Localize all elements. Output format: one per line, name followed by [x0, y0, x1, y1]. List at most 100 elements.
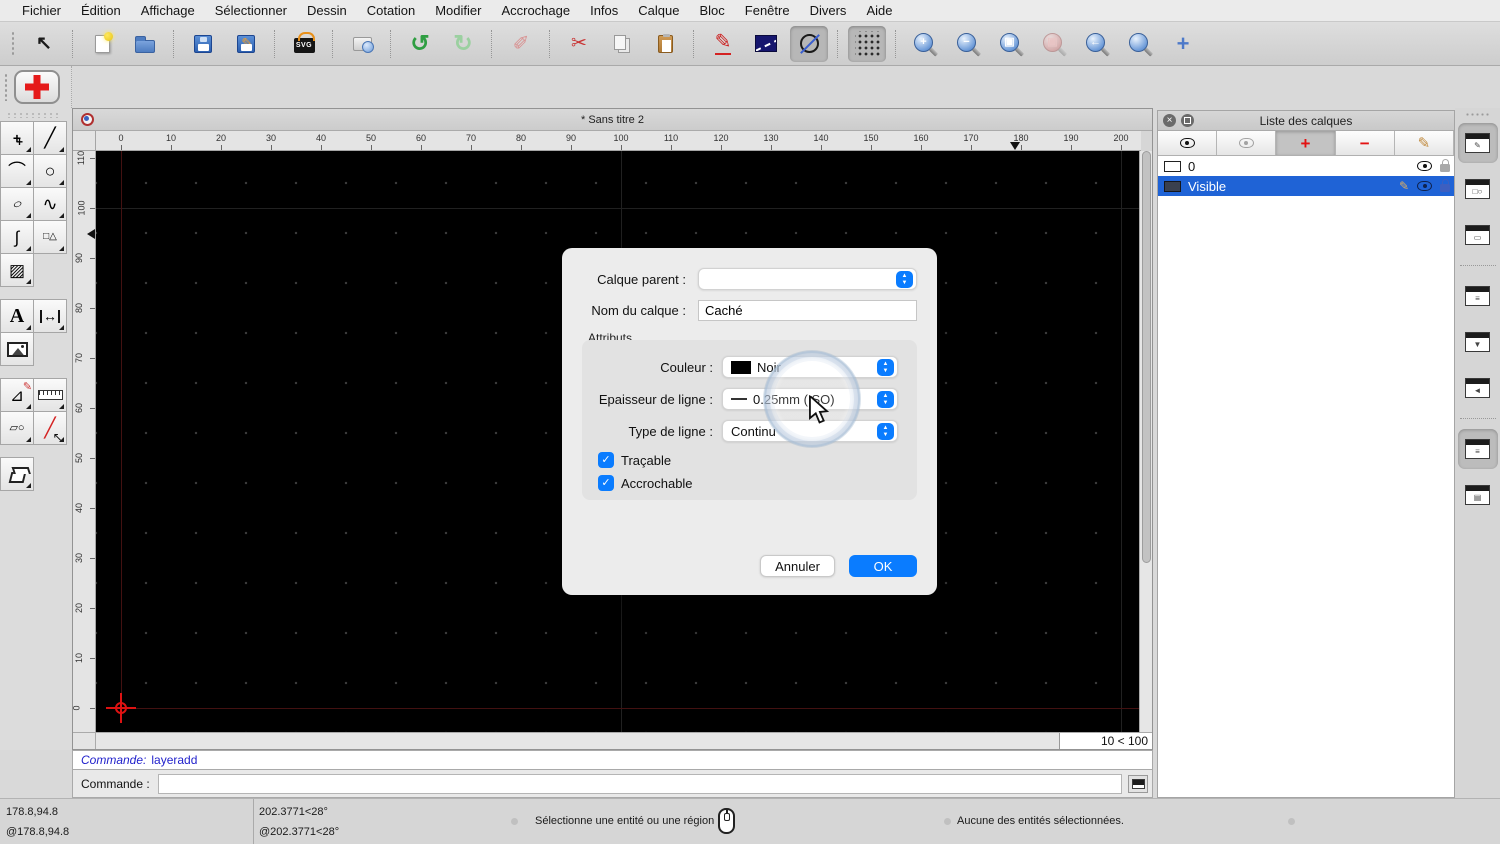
pan-button[interactable]: + [1164, 26, 1202, 62]
grid-toggle-button[interactable] [848, 25, 886, 62]
show-all-layers-button[interactable] [1158, 131, 1218, 155]
dock-drag-handle[interactable] [1464, 112, 1491, 117]
ok-button[interactable]: OK [849, 555, 917, 577]
add-layer-tool-button[interactable] [14, 70, 60, 104]
library-browser-window-button[interactable]: ▭ [1458, 215, 1498, 255]
add-layer-button[interactable]: + [1276, 131, 1336, 155]
menu-cotation[interactable]: Cotation [357, 3, 425, 18]
menu-edition[interactable]: Édition [71, 3, 131, 18]
zoom-selection-button[interactable]: ▣ [1035, 26, 1073, 62]
layer-visibility-eye-icon[interactable] [1417, 161, 1432, 171]
selection-mode-button[interactable] [747, 26, 785, 62]
palette-drag-handle[interactable] [6, 112, 62, 118]
lineweight-select[interactable]: 0.25mm (ISO) [722, 388, 898, 410]
copy-button[interactable] [603, 26, 641, 62]
zoom-in-button[interactable]: + [906, 26, 944, 62]
open-document-button[interactable] [126, 26, 164, 62]
plottable-checkbox[interactable] [598, 452, 614, 468]
menu-modifier[interactable]: Modifier [425, 3, 491, 18]
layer-row-icons [1417, 159, 1450, 172]
menu-fichier[interactable]: Fichier [12, 3, 71, 18]
draft-mode-button[interactable] [790, 25, 828, 62]
toolbar-drag-handle[interactable] [4, 73, 8, 101]
command-input[interactable] [157, 773, 1122, 794]
undock-panel-icon[interactable] [1181, 114, 1194, 127]
text-tool-button[interactable]: A [0, 299, 34, 333]
menu-accrochage[interactable]: Accrochage [491, 3, 580, 18]
paste-button[interactable] [646, 26, 684, 62]
menu-affichage[interactable]: Affichage [131, 3, 205, 18]
layer-row-visible[interactable]: Visible ✎ [1158, 176, 1454, 196]
polyline-tool-button[interactable]: ∫ [0, 220, 34, 254]
menu-divers[interactable]: Divers [800, 3, 857, 18]
zoom-out-button[interactable]: − [949, 26, 987, 62]
menu-selectionner[interactable]: Sélectionner [205, 3, 297, 18]
print-preview-button[interactable] [343, 26, 381, 62]
remove-layer-button[interactable]: − [1335, 131, 1395, 155]
point-tool-button[interactable]: + [0, 121, 34, 155]
edit-pencil-icon[interactable]: ✎ [1399, 180, 1409, 192]
color-select[interactable]: Noir [722, 356, 898, 378]
h-ruler-tick [321, 145, 322, 150]
layer-row-0[interactable]: 0 [1158, 156, 1454, 176]
select-entity-tool-button[interactable]: ╱ [33, 411, 67, 445]
ellipse-tool-button[interactable]: ○ [0, 187, 34, 221]
zoom-window-button[interactable] [1121, 26, 1159, 62]
shapes-tool-button[interactable]: □△ [33, 220, 67, 254]
spline-tool-button[interactable]: ∿ [33, 187, 67, 221]
redo-button[interactable]: ↻ [444, 26, 482, 62]
horizontal-scrollbar[interactable] [96, 733, 1059, 749]
image-tool-button[interactable] [0, 332, 34, 366]
erase-button[interactable]: ✐ [502, 26, 540, 62]
menu-calque[interactable]: Calque [628, 3, 689, 18]
parent-layer-select[interactable] [698, 268, 917, 290]
vertical-scrollbar[interactable] [1139, 151, 1152, 734]
menu-aide[interactable]: Aide [856, 3, 902, 18]
grid-icon [854, 31, 880, 56]
selection-filter-window-button[interactable]: ▼ [1458, 322, 1498, 362]
dimension-tool-button[interactable]: ↔ [33, 299, 67, 333]
undo-button[interactable]: ↺ [401, 26, 439, 62]
modify-tool-button[interactable]: ▱○ [0, 411, 34, 445]
layer-lock-icon[interactable] [1440, 159, 1450, 172]
vertical-scrollbar-thumb[interactable] [1142, 151, 1151, 563]
toolbar-drag-handle[interactable] [11, 30, 15, 57]
menu-dessin[interactable]: Dessin [297, 3, 357, 18]
close-panel-icon[interactable] [1163, 114, 1176, 127]
draw-pen-button[interactable]: ✎ [704, 26, 742, 62]
command-line-window-button[interactable]: ≡ [1457, 429, 1498, 469]
layer-list-window-button[interactable]: ✎ [1457, 123, 1498, 163]
drafting-tools-tool-button[interactable]: ⊿ [0, 378, 34, 412]
new-document-button[interactable] [83, 26, 121, 62]
document-titlebar[interactable]: * Sans titre 2 [73, 109, 1152, 131]
hide-all-layers-button[interactable] [1217, 131, 1277, 155]
detach-command-window-button[interactable] [1128, 774, 1148, 793]
pen-settings-window-button[interactable]: ◄ [1458, 368, 1498, 408]
layer-name-input[interactable] [698, 300, 917, 321]
cancel-button[interactable]: Annuler [760, 555, 835, 577]
save-as-button[interactable]: ✎ [227, 26, 265, 62]
zoom-auto-button[interactable]: ▣ [992, 26, 1030, 62]
menu-infos[interactable]: Infos [580, 3, 628, 18]
linetype-select[interactable]: Continu [722, 420, 898, 442]
edit-layer-button[interactable]: ✎ [1394, 131, 1455, 155]
select-pointer-button[interactable]: ↖ [25, 26, 63, 62]
solid-3d-tool-button[interactable] [0, 457, 34, 491]
menu-bloc[interactable]: Bloc [689, 3, 734, 18]
clipboard-window-button[interactable]: ▤ [1458, 475, 1498, 515]
measure-tool-button[interactable] [33, 378, 67, 412]
layer-visibility-eye-icon[interactable] [1417, 181, 1432, 191]
save-button[interactable] [184, 26, 222, 62]
hatch-tool-button[interactable]: ▨ [0, 253, 34, 287]
block-list-window-button[interactable]: □○ [1458, 169, 1498, 209]
cut-button[interactable]: ✂ [560, 26, 598, 62]
property-editor-window-button[interactable]: ≡ [1458, 276, 1498, 316]
zoom-previous-button[interactable]: ← [1078, 26, 1116, 62]
svg-export-button[interactable]: SVG [285, 26, 323, 62]
line-tool-button[interactable]: ╱ [33, 121, 67, 155]
layer-lock-icon[interactable] [1440, 179, 1450, 192]
circle-tool-button[interactable]: ○ [33, 154, 67, 188]
menu-fenetre[interactable]: Fenêtre [735, 3, 800, 18]
arc-tool-button[interactable]: ⌒ [0, 154, 34, 188]
snappable-checkbox[interactable] [598, 475, 614, 491]
